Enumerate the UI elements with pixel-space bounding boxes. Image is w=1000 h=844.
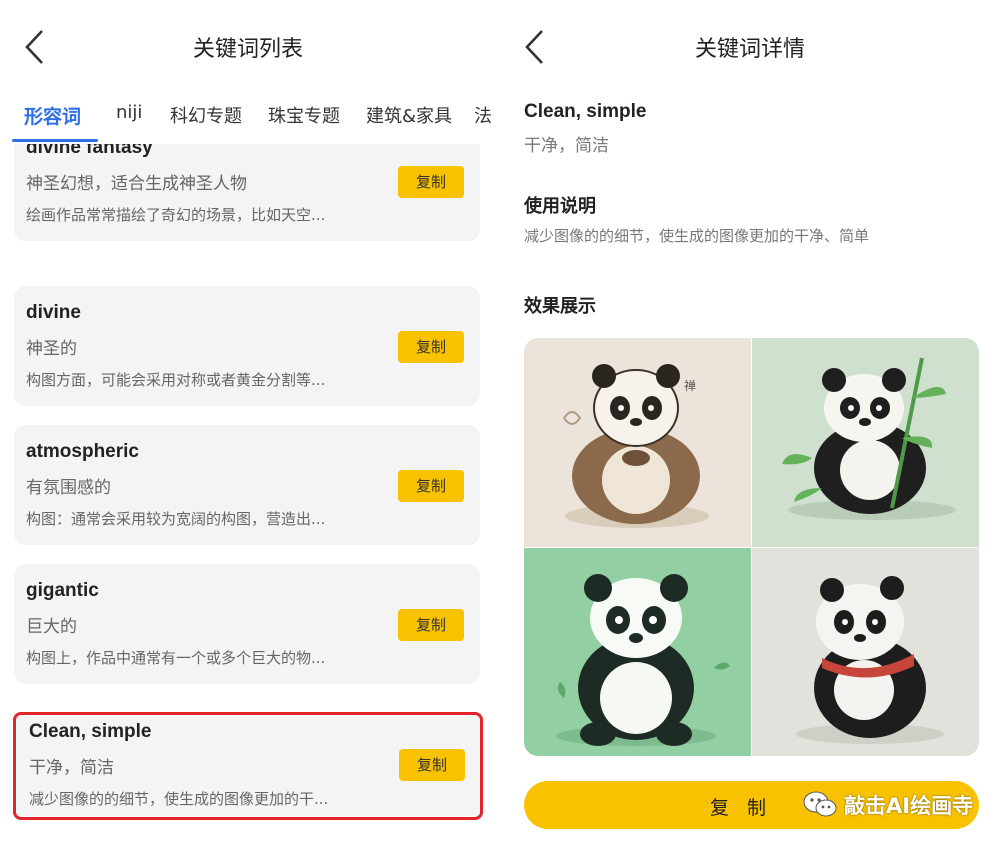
tab-niji[interactable]: niji bbox=[116, 102, 142, 123]
card-meaning: 干净，简洁 bbox=[29, 758, 114, 778]
category-tabs: 形容词 niji 科幻专题 珠宝专题 建筑&家具 法 bbox=[0, 92, 496, 144]
card-description: 减少图像的的细节，使生成的图像更加的干... bbox=[29, 790, 329, 808]
copy-button[interactable]: 复制 bbox=[398, 470, 464, 502]
card-description: 构图：通常会采用较为宽阔的构图，营造出... bbox=[26, 510, 326, 528]
panda-robe-image: 禅 bbox=[524, 338, 751, 547]
example-gallery: 禅 bbox=[524, 338, 979, 756]
example-image[interactable] bbox=[752, 548, 979, 756]
page-title: 关键词详情 bbox=[694, 37, 805, 62]
card-description: 绘画作品常常描绘了奇幻的场景，比如天空... bbox=[26, 206, 326, 224]
copy-keyword-button[interactable]: 复 制 敲击AI绘画寺 bbox=[524, 781, 979, 829]
wechat-icon bbox=[802, 790, 838, 820]
usage-heading: 使用说明 bbox=[524, 196, 596, 217]
panda-bamboo-image bbox=[752, 338, 979, 547]
nav-bar: 关键词列表 bbox=[0, 0, 496, 92]
panda-green-image bbox=[524, 548, 751, 756]
page-title: 关键词列表 bbox=[192, 37, 303, 62]
keyword-card[interactable]: divine fantasy 神圣幻想，适合生成神圣人物 绘画作品常常描绘了奇幻… bbox=[14, 144, 480, 241]
keyword-list: divine fantasy 神圣幻想，适合生成神圣人物 绘画作品常常描绘了奇幻… bbox=[0, 144, 496, 844]
tab-more[interactable]: 法 bbox=[474, 102, 492, 128]
detail-keyword: Clean, simple bbox=[524, 101, 647, 122]
copy-button-label: 复 制 bbox=[710, 797, 773, 819]
tab-scifi[interactable]: 科幻专题 bbox=[170, 102, 242, 128]
card-keyword: gigantic bbox=[26, 580, 99, 601]
tab-jewelry[interactable]: 珠宝专题 bbox=[268, 102, 340, 128]
card-meaning: 神圣幻想，适合生成神圣人物 bbox=[26, 174, 247, 194]
detail-meaning: 干净，简洁 bbox=[524, 136, 609, 156]
keyword-list-screen: 关键词列表 形容词 niji 科幻专题 珠宝专题 建筑&家具 法 divine … bbox=[0, 0, 496, 844]
example-image[interactable]: 禅 bbox=[524, 338, 751, 547]
card-keyword: divine fantasy bbox=[26, 144, 153, 158]
keyword-card[interactable]: atmospheric 有氛围感的 构图：通常会采用较为宽阔的构图，营造出...… bbox=[14, 425, 480, 545]
panda-scarf-image bbox=[752, 548, 979, 756]
svg-text:禅: 禅 bbox=[684, 379, 696, 393]
copy-button[interactable]: 复制 bbox=[398, 609, 464, 641]
card-keyword: atmospheric bbox=[26, 441, 139, 462]
card-meaning: 有氛围感的 bbox=[26, 478, 111, 498]
showcase-heading: 效果展示 bbox=[524, 296, 596, 317]
active-tab-indicator bbox=[12, 139, 98, 142]
keyword-card[interactable]: gigantic 巨大的 构图上，作品中通常有一个或多个巨大的物... 复制 bbox=[14, 564, 480, 684]
keyword-card-selected[interactable]: Clean, simple 干净，简洁 减少图像的的细节，使生成的图像更加的干.… bbox=[13, 712, 483, 820]
card-keyword: divine bbox=[26, 302, 81, 323]
card-description: 构图方面，可能会采用对称或者黄金分割等... bbox=[26, 371, 326, 389]
tab-adjectives[interactable]: 形容词 bbox=[24, 102, 81, 129]
keyword-card[interactable]: divine 神圣的 构图方面，可能会采用对称或者黄金分割等... 复制 bbox=[14, 286, 480, 406]
example-image[interactable] bbox=[752, 338, 979, 547]
card-description: 构图上，作品中通常有一个或多个巨大的物... bbox=[26, 649, 326, 667]
usage-text: 减少图像的的细节，使生成的图像更加的干净、简单 bbox=[524, 227, 870, 245]
tab-architecture[interactable]: 建筑&家具 bbox=[366, 102, 452, 128]
copy-button[interactable]: 复制 bbox=[398, 166, 464, 198]
copy-button[interactable]: 复制 bbox=[398, 331, 464, 363]
card-keyword: Clean, simple bbox=[29, 721, 152, 742]
watermark-text: 敲击AI绘画寺 bbox=[844, 794, 974, 818]
keyword-detail-screen: 关键词详情 Clean, simple 干净，简洁 使用说明 减少图像的的细节，… bbox=[500, 0, 1000, 844]
card-meaning: 神圣的 bbox=[26, 339, 77, 359]
copy-button[interactable]: 复制 bbox=[399, 749, 465, 781]
example-image[interactable] bbox=[524, 548, 751, 756]
card-meaning: 巨大的 bbox=[26, 617, 77, 637]
